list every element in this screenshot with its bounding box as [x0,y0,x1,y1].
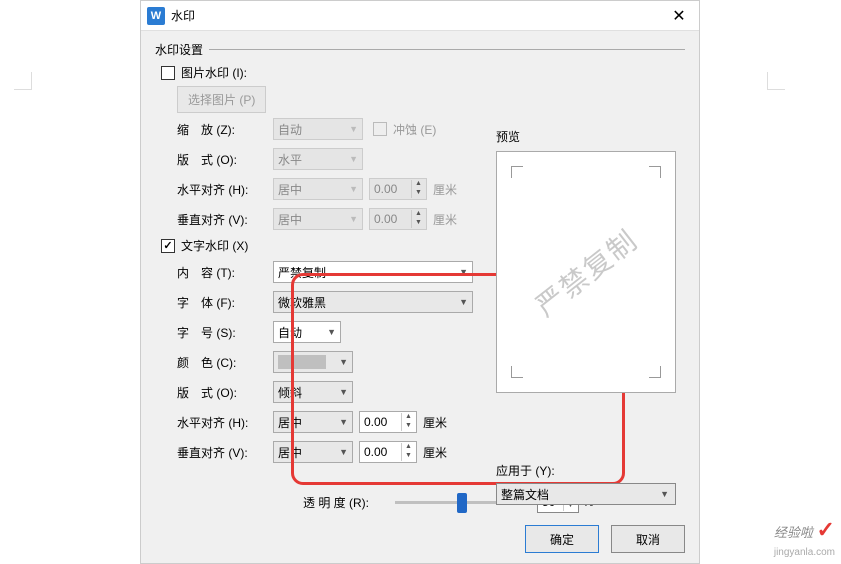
img-halign-select: 居中 ▼ [273,178,363,200]
txt-layout-label: 版 式 (O): [177,384,273,401]
unit-label: 厘米 [423,444,447,461]
dialog-title: 水印 [171,7,659,24]
chevron-down-icon: ▼ [339,357,348,367]
size-select[interactable]: 自动 ▼ [273,321,341,343]
font-select[interactable]: 微软雅黑 ▼ [273,291,473,313]
img-valign-label: 垂直对齐 (V): [177,211,273,228]
fieldset-header: 水印设置 [155,41,685,58]
chevron-down-icon: ▼ [339,387,348,397]
watermark-preview-text: 严禁复制 [526,219,645,324]
img-halign-label: 水平对齐 (H): [177,181,273,198]
img-layout-select: 水平 ▼ [273,148,363,170]
chevron-down-icon: ▼ [459,297,468,307]
txt-valign-offset[interactable]: 0.00 ▲▼ [359,441,417,463]
preview-label: 预览 [496,128,676,145]
chevron-down-icon: ▼ [349,184,358,194]
chevron-down-icon: ▼ [349,154,358,164]
chevron-down-icon: ▼ [327,327,336,337]
txt-valign-label: 垂直对齐 (V): [177,444,273,461]
zoom-label: 缩 放 (Z): [177,121,273,138]
crop-mark-icon [511,166,523,178]
content-select[interactable]: 严禁复制 ▼ [273,261,473,283]
zoom-select: 自动 ▼ [273,118,363,140]
page-crop-tr [767,72,785,90]
txt-halign-select[interactable]: 居中 ▼ [273,411,353,433]
img-valign-offset: 0.00 ▲▼ [369,208,427,230]
chevron-down-icon: ▼ [339,447,348,457]
spinner-up-icon[interactable]: ▲ [401,413,415,422]
check-icon: ✓ [816,517,834,542]
opacity-label: 透 明 度 (R): [303,494,387,511]
select-image-button: 选择图片 (P) [177,86,266,113]
crop-mark-icon [649,366,661,378]
text-watermark-checkbox[interactable] [161,239,175,253]
spinner-down-icon[interactable]: ▼ [401,422,415,431]
img-halign-offset: 0.00 ▲▼ [369,178,427,200]
fieldset-label-text: 水印设置 [155,41,203,58]
txt-valign-select[interactable]: 居中 ▼ [273,441,353,463]
spinner-down-icon[interactable]: ▼ [401,452,415,461]
cancel-button[interactable]: 取消 [611,525,685,553]
erosion-checkbox [373,122,387,136]
content-label: 内 容 (T): [177,264,273,281]
color-select[interactable]: ▼ [273,351,353,373]
color-swatch [278,355,326,369]
erosion-label: 冲蚀 (E) [393,121,436,138]
txt-halign-offset[interactable]: 0.00 ▲▼ [359,411,417,433]
chevron-down-icon: ▼ [459,267,468,277]
image-watermark-checkbox[interactable] [161,66,175,80]
img-valign-select: 居中 ▼ [273,208,363,230]
app-icon: W [147,7,165,25]
page-crop-tl [14,72,32,90]
titlebar: W 水印 ✕ [141,1,699,31]
spinner-up-icon[interactable]: ▲ [401,443,415,452]
color-label: 颜 色 (C): [177,354,273,371]
crop-mark-icon [649,166,661,178]
ok-button[interactable]: 确定 [525,525,599,553]
font-label: 字 体 (F): [177,294,273,311]
txt-halign-label: 水平对齐 (H): [177,414,273,431]
crop-mark-icon [511,366,523,378]
close-button[interactable]: ✕ [659,1,699,31]
preview-box: 严禁复制 [496,151,676,393]
unit-label: 厘米 [433,181,457,198]
chevron-down-icon: ▼ [339,417,348,427]
img-layout-label: 版 式 (O): [177,151,273,168]
chevron-down-icon: ▼ [349,124,358,134]
chevron-down-icon: ▼ [660,489,669,499]
unit-label: 厘米 [433,211,457,228]
size-label: 字 号 (S): [177,324,273,341]
image-watermark-label: 图片水印 (I): [181,64,247,81]
unit-label: 厘米 [423,414,447,431]
site-logo: 经验啦 ✓ jingyanla.com [774,517,835,558]
apply-select[interactable]: 整篇文档 ▼ [496,483,676,505]
text-watermark-label: 文字水印 (X) [181,237,248,254]
slider-thumb[interactable] [457,493,467,513]
txt-layout-select[interactable]: 倾斜 ▼ [273,381,353,403]
chevron-down-icon: ▼ [349,214,358,224]
apply-label: 应用于 (Y): [496,462,676,479]
